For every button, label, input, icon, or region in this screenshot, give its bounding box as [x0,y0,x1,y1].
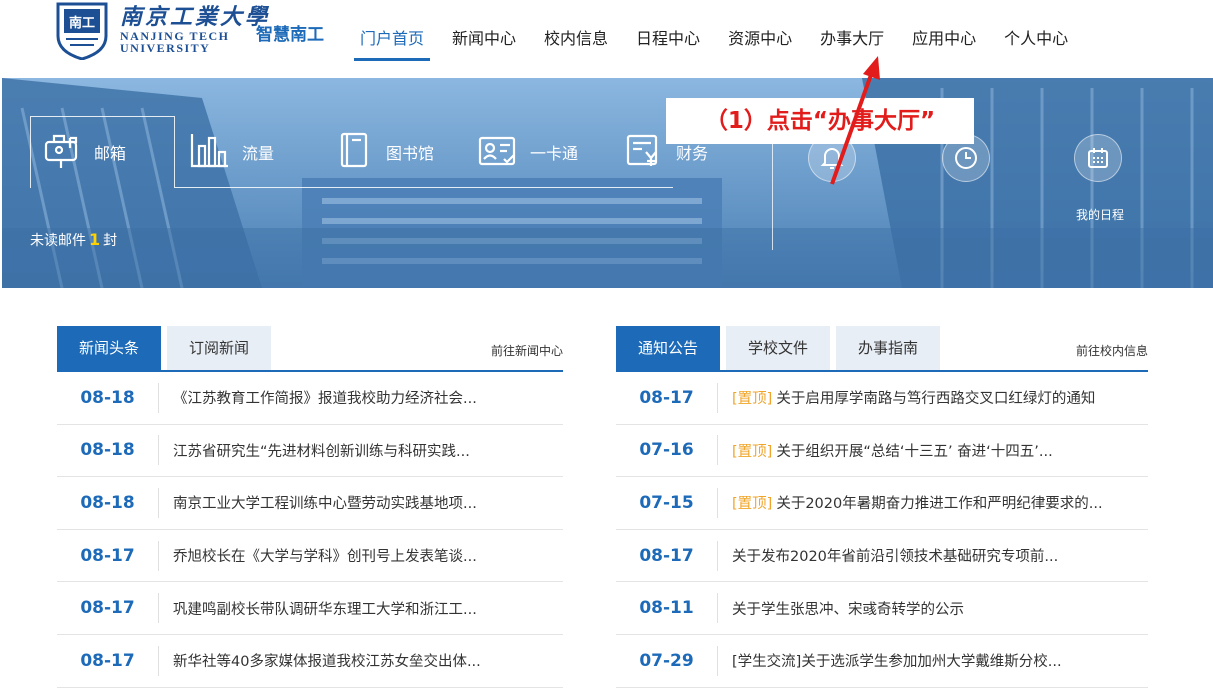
crest-icon: 南工 [56,2,108,60]
news-date: 08-17 [80,650,135,671]
tab-school-documents[interactable]: 学校文件 [726,326,831,370]
unread-mail-prefix: 未读邮件 [30,233,86,249]
notice-title-text: 关于发布2020年省前沿引领技术基础研究专项前... [732,549,1059,566]
nav-service-hall[interactable]: 办事大厅 [806,0,898,78]
nav-schedule-center[interactable]: 日程中心 [622,0,714,78]
top-header: 南工 南京工業大學 NANJING TECH UNIVERSITY 智慧南工 门… [0,0,1213,78]
notice-date: 07-16 [639,440,694,461]
news-row[interactable]: 08-17 新华社等40多家媒体报道我校江苏女垒交出体... [57,635,563,688]
notice-panel: 通知公告 学校文件 办事指南 前往校内信息 08-17 [置顶] 关于启用厚学南路… [616,326,1148,688]
notice-title: [置顶] 关于启用厚学南路与笃行西路交叉口红绿灯的通知 [718,387,1095,408]
logo-english-line2: UNIVERSITY [120,41,211,55]
quick-campus-card[interactable]: 一卡通 [476,116,578,188]
news-panel: 新闻头条 订阅新闻 前往新闻中心 08-18 《江苏教育工作简报》报道我校助力经… [57,326,563,688]
nav-campus-info[interactable]: 校内信息 [530,0,622,78]
hero-banner: 邮箱 流量 图书馆 一卡通 财务 未读邮件 1 封 我的日程 [2,78,1213,288]
notice-title-text: 关于启用厚学南路与笃行西路交叉口红绿灯的通知 [776,391,1096,408]
instruction-callout: （1）点击“办事大厅” [666,98,974,144]
tab-service-guide[interactable]: 办事指南 [836,326,941,370]
news-title: 《江苏教育工作简报》报道我校助力经济社会... [173,391,477,408]
svg-text:南工: 南工 [69,15,95,31]
notice-row[interactable]: 07-16 [置顶] 关于组织开展“总结‘十三五’ 奋进‘十四五’... [616,425,1148,478]
my-schedule-button[interactable] [1074,134,1122,182]
book-icon [332,128,376,172]
calendar-icon [1088,148,1108,168]
university-logo[interactable]: 南工 南京工業大學 NANJING TECH UNIVERSITY [56,2,270,60]
news-date: 08-18 [80,387,135,408]
pinned-badge: [置顶] [732,391,773,408]
my-schedule-label: 我的日程 [1076,208,1125,222]
quick-mail[interactable]: 邮箱 [40,116,126,188]
unread-mail-suffix: 封 [103,233,118,249]
notice-title: [置顶] 关于组织开展“总结‘十三五’ 奋进‘十四五’... [718,440,1053,461]
news-row[interactable]: 08-18 江苏省研究生“先进材料创新训练与科研实践... [57,425,563,478]
notice-title: [学生交流]关于选派学生参加加州大学戴维斯分校... [718,650,1062,671]
notice-row[interactable]: 08-17 关于发布2020年省前沿引领技术基础研究专项前... [616,530,1148,583]
notice-row[interactable]: 08-11 关于学生张思冲、宋彧奇转学的公示 [616,582,1148,635]
bar-chart-icon [188,128,232,172]
quick-traffic[interactable]: 流量 [188,116,274,188]
tab-subscribed-news[interactable]: 订阅新闻 [167,326,272,370]
campus-building-photo [2,78,1213,288]
quick-library-label: 图书馆 [386,144,435,163]
news-title: 新华社等40多家媒体报道我校江苏女垒交出体... [173,654,481,671]
unread-mail-status[interactable]: 未读邮件 1 封 [30,230,117,250]
portal-brand: 智慧南工 [256,25,324,45]
news-row[interactable]: 08-17 乔旭校长在《大学与学科》创刊号上发表笔谈... [57,530,563,583]
pinned-badge: [置顶] [732,443,773,460]
go-campus-info-link[interactable]: 前往校内信息 [1076,342,1148,359]
nav-personal-center[interactable]: 个人中心 [990,0,1082,78]
notice-date: 08-17 [639,387,694,408]
notice-row[interactable]: 08-17 [置顶] 关于启用厚学南路与笃行西路交叉口红绿灯的通知 [616,372,1148,425]
notice-row[interactable]: 07-15 [置顶] 关于2020年暑期奋力推进工作和严明纪律要求的... [616,477,1148,530]
news-date: 08-17 [80,598,135,619]
news-title: 巩建鸣副校长带队调研华东理工大学和浙江工... [173,601,477,618]
go-news-center-link[interactable]: 前往新闻中心 [491,342,563,359]
notice-date: 07-29 [639,650,694,671]
news-row[interactable]: 08-17 巩建鸣副校长带队调研华东理工大学和浙江工... [57,582,563,635]
mailbox-icon [40,128,84,172]
quick-campus-card-label: 一卡通 [530,144,579,163]
notice-title-text: 关于2020年暑期奋力推进工作和严明纪律要求的... [776,496,1103,513]
news-date: 08-17 [80,545,135,566]
quick-library[interactable]: 图书馆 [332,116,434,188]
nav-app-center[interactable]: 应用中心 [898,0,990,78]
notice-title: 关于发布2020年省前沿引领技术基础研究专项前... [718,545,1058,566]
id-card-icon [476,128,520,172]
notice-date: 08-17 [639,545,694,566]
news-row[interactable]: 08-18 南京工业大学工程训练中心暨劳动实践基地项... [57,477,563,530]
notice-title-text: 关于组织开展“总结‘十三五’ 奋进‘十四五’... [776,443,1053,460]
tab-announcements[interactable]: 通知公告 [616,326,721,370]
clock-icon [955,147,977,169]
news-title: 南京工业大学工程训练中心暨劳动实践基地项... [173,496,477,513]
notice-date: 07-15 [639,492,694,513]
finance-icon [622,128,666,172]
logo-chinese-name: 南京工業大學 [120,4,271,30]
nav-home[interactable]: 门户首页 [346,0,438,78]
pinned-badge: [置顶] [732,496,773,513]
nav-resource-center[interactable]: 资源中心 [714,0,806,78]
news-tabs: 新闻头条 订阅新闻 前往新闻中心 [57,326,563,372]
news-title: 江苏省研究生“先进材料创新训练与科研实践... [173,443,470,460]
news-date: 08-18 [80,492,135,513]
main-nav: 门户首页 新闻中心 校内信息 日程中心 资源中心 办事大厅 应用中心 个人中心 [346,0,1082,78]
nav-news-center[interactable]: 新闻中心 [438,0,530,78]
notice-tabs: 通知公告 学校文件 办事指南 前往校内信息 [616,326,1148,372]
tab-headlines[interactable]: 新闻头条 [57,326,162,370]
quick-mail-label: 邮箱 [94,144,127,163]
quick-traffic-label: 流量 [242,144,275,163]
notice-date: 08-11 [639,598,694,619]
bell-icon [820,148,844,169]
news-row[interactable]: 08-18 《江苏教育工作简报》报道我校助力经济社会... [57,372,563,425]
notice-title-text: [学生交流]关于选派学生参加加州大学戴维斯分校... [732,654,1062,671]
news-date: 08-18 [80,440,135,461]
notice-title: [置顶] 关于2020年暑期奋力推进工作和严明纪律要求的... [718,492,1103,513]
notice-title-text: 关于学生张思冲、宋彧奇转学的公示 [732,601,964,618]
notice-row[interactable]: 07-29 [学生交流]关于选派学生参加加州大学戴维斯分校... [616,635,1148,688]
news-title: 乔旭校长在《大学与学科》创刊号上发表笔谈... [173,549,477,566]
unread-mail-count: 1 [89,230,101,249]
notice-title: 关于学生张思冲、宋彧奇转学的公示 [718,598,964,619]
